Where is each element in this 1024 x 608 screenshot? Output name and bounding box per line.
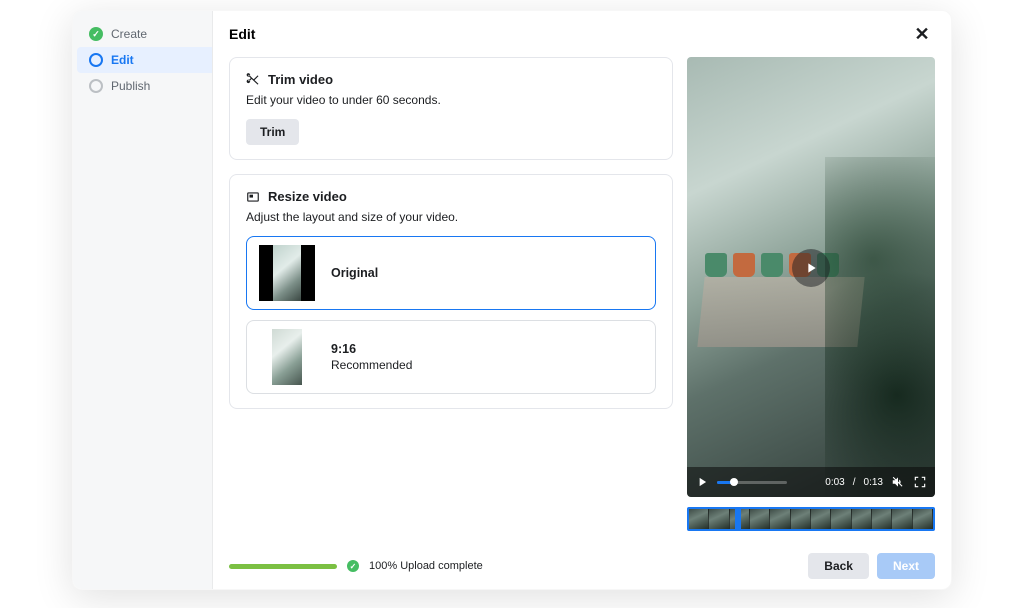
option-sub: Recommended	[331, 358, 412, 372]
video-preview: 0:03 / 0:13	[687, 57, 935, 497]
close-icon: ✕	[914, 24, 929, 45]
aspect-ratio-icon	[246, 190, 260, 204]
card-title: Trim video	[268, 72, 333, 87]
content-row: Trim video Edit your video to under 60 s…	[213, 57, 951, 542]
scene-plant	[825, 157, 935, 497]
sidebar-step-create[interactable]: Create	[77, 21, 212, 47]
resize-video-card: Resize video Adjust the layout and size …	[229, 174, 673, 409]
fullscreen-icon	[913, 475, 927, 489]
play-overlay-button[interactable]	[792, 249, 830, 287]
scissors-icon	[246, 73, 260, 87]
page-title: Edit	[229, 26, 255, 42]
upload-status-text: 100% Upload complete	[369, 560, 483, 572]
check-circle-icon: ✓	[347, 560, 359, 572]
panel-header: Edit ✕	[213, 11, 951, 57]
option-labels: Original	[331, 266, 378, 280]
option-title: Original	[331, 266, 378, 280]
back-button[interactable]: Back	[808, 553, 869, 579]
upload-progress-bar	[229, 564, 337, 569]
resize-option-original[interactable]: Original	[246, 236, 656, 310]
play-button[interactable]	[695, 475, 709, 489]
card-desc: Adjust the layout and size of your video…	[246, 210, 656, 224]
check-circle-icon	[89, 27, 103, 41]
circle-outline-icon	[89, 53, 103, 67]
sidebar-step-publish[interactable]: Publish	[77, 73, 212, 99]
mute-button[interactable]	[891, 475, 905, 489]
card-header: Trim video	[246, 72, 656, 87]
trim-button[interactable]: Trim	[246, 119, 299, 145]
progress-bar[interactable]	[717, 481, 787, 484]
time-sep: /	[853, 477, 856, 488]
settings-column: Trim video Edit your video to under 60 s…	[229, 57, 673, 542]
volume-mute-icon	[891, 475, 905, 489]
fullscreen-button[interactable]	[913, 475, 927, 489]
trim-timeline[interactable]	[687, 507, 935, 531]
trim-handle[interactable]	[735, 507, 741, 531]
card-desc: Edit your video to under 60 seconds.	[246, 93, 656, 107]
trim-video-card: Trim video Edit your video to under 60 s…	[229, 57, 673, 160]
video-edit-window: Create Edit Publish Edit ✕	[72, 10, 952, 590]
option-title: 9:16	[331, 342, 412, 356]
circle-outline-icon	[89, 79, 103, 93]
time-duration: 0:13	[864, 477, 883, 488]
resize-option-9-16[interactable]: 9:16 Recommended	[246, 320, 656, 394]
time-current: 0:03	[825, 477, 844, 488]
play-icon	[803, 260, 819, 276]
close-button[interactable]: ✕	[909, 21, 935, 47]
window-body: Create Edit Publish Edit ✕	[73, 11, 951, 589]
video-controls: 0:03 / 0:13	[687, 467, 935, 497]
thumb-portrait	[272, 329, 302, 385]
card-header: Resize video	[246, 189, 656, 204]
step-label: Edit	[111, 53, 134, 67]
main-panel: Edit ✕ Trim video Edit your video to	[213, 11, 951, 589]
sidebar-step-edit[interactable]: Edit	[77, 47, 212, 73]
wizard-sidebar: Create Edit Publish	[73, 11, 213, 589]
next-button[interactable]: Next	[877, 553, 935, 579]
thumb-original	[259, 245, 315, 301]
play-icon	[695, 475, 709, 489]
step-label: Create	[111, 27, 147, 41]
preview-column: 0:03 / 0:13	[687, 57, 935, 542]
footer-buttons: Back Next	[808, 553, 935, 579]
thumb-wrap	[259, 329, 315, 385]
option-labels: 9:16 Recommended	[331, 342, 412, 372]
card-title: Resize video	[268, 189, 347, 204]
footer: ✓ 100% Upload complete Back Next	[213, 542, 951, 589]
step-label: Publish	[111, 79, 150, 93]
